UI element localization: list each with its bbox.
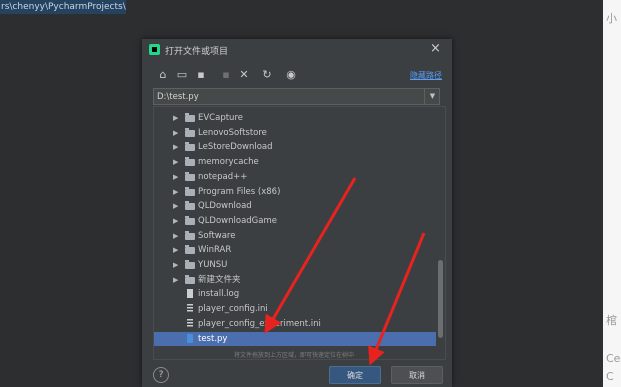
annotation-arrow <box>264 177 357 334</box>
annotation-arrows <box>264 177 426 366</box>
annotation-arrow <box>368 232 426 366</box>
